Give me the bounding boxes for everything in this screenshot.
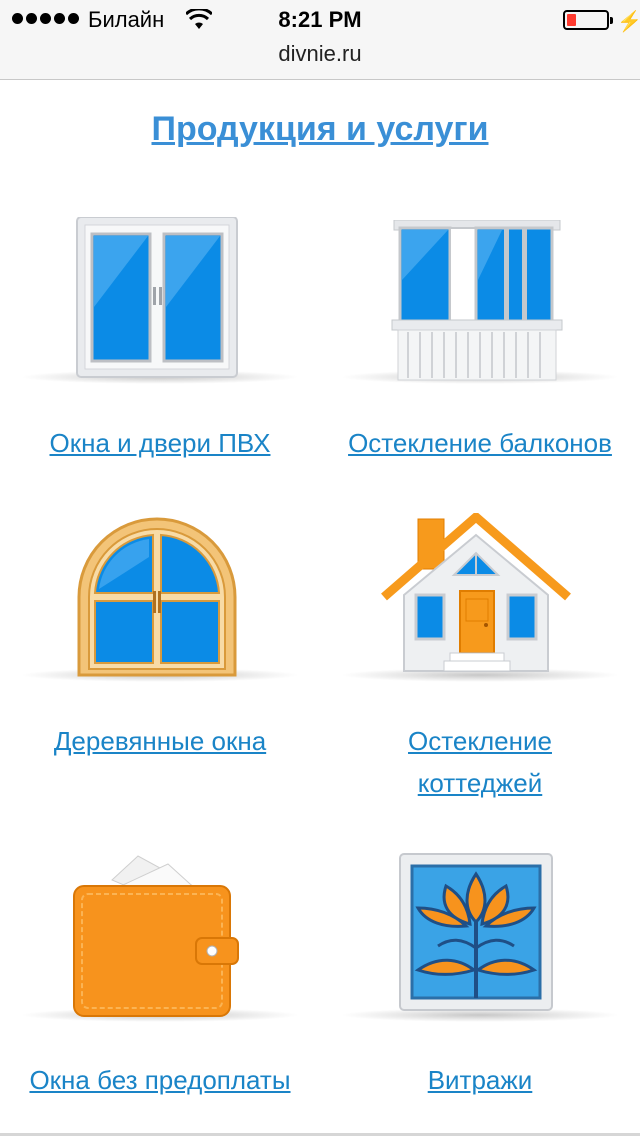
browser-top-bar: Билайн 8:21 PM ⚡ divnie.ru [0, 0, 640, 80]
product-link-pvc[interactable]: Окна и двери ПВХ [0, 422, 320, 464]
charging-icon: ⚡ [617, 11, 640, 33]
product-label-line2[interactable]: коттеджей [418, 768, 543, 798]
stained-glass-icon[interactable] [398, 852, 554, 1012]
pvc-window-icon[interactable] [75, 217, 240, 382]
product-link-cottage[interactable]: Остекление коттеджей [320, 720, 640, 804]
wallet-icon[interactable] [72, 852, 242, 1020]
clock: 8:21 PM [278, 7, 362, 32]
product-link-stained-glass[interactable]: Витражи [320, 1059, 640, 1101]
product-label[interactable]: Окна и двери ПВХ [50, 428, 271, 458]
page-title: Продукция и услуги [0, 110, 640, 149]
battery-icon [563, 10, 613, 30]
house-icon[interactable] [380, 513, 575, 678]
status-bar: Билайн 8:21 PM ⚡ [0, 0, 640, 40]
product-label[interactable]: Остекление балконов [348, 428, 612, 458]
product-label[interactable]: Окна без предоплаты [29, 1065, 290, 1095]
balcony-icon[interactable] [390, 220, 565, 382]
page-title-link[interactable]: Продукция и услуги [152, 110, 489, 148]
wooden-arched-window-icon[interactable] [75, 517, 240, 677]
product-link-wooden[interactable]: Деревянные окна [0, 720, 320, 762]
product-link-no-prepayment[interactable]: Окна без предоплаты [0, 1059, 320, 1101]
product-label[interactable]: Витражи [428, 1065, 533, 1095]
product-label-line1[interactable]: Остекление [408, 726, 552, 756]
address-bar[interactable]: divnie.ru [0, 41, 640, 67]
product-label[interactable]: Деревянные окна [54, 726, 266, 756]
product-link-balcony[interactable]: Остекление балконов [320, 422, 640, 464]
